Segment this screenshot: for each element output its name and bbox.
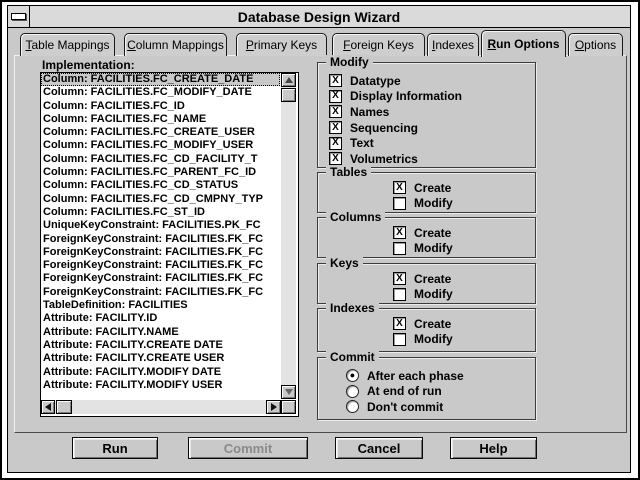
implementation-list-items: Column: FACILITIES.FC_CREATE_DATE Column… — [41, 73, 280, 392]
arrow-left-icon — [45, 403, 51, 411]
run-button[interactable]: Run — [72, 437, 158, 459]
group-keys: Keys XCreate Modify — [317, 263, 536, 304]
group-modify-title: Modify — [326, 55, 373, 69]
group-tables: Tables XCreate Modify — [317, 172, 536, 213]
system-menu-icon — [11, 13, 26, 20]
tab-options[interactable]: Options — [568, 33, 623, 56]
list-item[interactable]: Column: FACILITIES.FC_ST_ID — [41, 206, 280, 219]
group-columns-title: Columns — [326, 210, 385, 224]
arrow-down-icon — [285, 389, 293, 395]
checkbox-volumetrics-label: Volumetrics — [350, 152, 418, 166]
checkbox-tables-create-label: Create — [414, 181, 451, 195]
list-item[interactable]: Attribute: FACILITY.ID — [41, 312, 280, 325]
tab-table-mappings[interactable]: Table Mappings — [20, 33, 115, 56]
checkbox-sequencing-label: Sequencing — [350, 121, 418, 135]
horizontal-scrollbar-thumb[interactable] — [56, 400, 72, 414]
arrow-right-icon — [271, 403, 277, 411]
list-item[interactable]: ForeignKeyConstraint: FACILITIES.FK_FC — [41, 272, 280, 285]
list-item[interactable]: Column: FACILITIES.FC_CREATE_DATE — [41, 73, 280, 86]
list-item[interactable]: Column: FACILITIES.FC_CREATE_USER — [41, 126, 280, 139]
scroll-up-button[interactable] — [281, 73, 296, 87]
list-item[interactable]: UniqueKeyConstraint: FACILITIES.PK_FC — [41, 219, 280, 232]
list-item[interactable]: Attribute: FACILITY.CREATE USER — [41, 352, 280, 365]
checkbox-keys-create[interactable]: X — [393, 272, 406, 285]
checkbox-display-information-label: Display Information — [350, 89, 462, 103]
checkbox-indexes-modify[interactable] — [393, 333, 406, 346]
group-indexes-title: Indexes — [326, 301, 379, 315]
checkbox-volumetrics[interactable]: X — [329, 152, 342, 165]
list-item[interactable]: Column: FACILITIES.FC_MODIFY_DATE — [41, 86, 280, 99]
checkbox-names[interactable]: X — [329, 105, 342, 118]
help-button[interactable]: Help — [450, 437, 537, 459]
checkbox-indexes-create[interactable]: X — [393, 317, 406, 330]
system-menu-button[interactable] — [8, 6, 30, 27]
list-item[interactable]: Attribute: FACILITY.MODIFY USER — [41, 379, 280, 392]
list-item[interactable]: Column: FACILITIES.FC_CD_FACILITY_T — [41, 153, 280, 166]
list-item[interactable]: Column: FACILITIES.FC_CD_STATUS — [41, 179, 280, 192]
radio-dont-commit[interactable] — [346, 400, 359, 413]
checkbox-keys-create-label: Create — [414, 272, 451, 286]
group-commit: Commit ●After each phase At end of run D… — [317, 357, 536, 420]
group-tables-title: Tables — [326, 165, 371, 179]
list-item[interactable]: ForeignKeyConstraint: FACILITIES.FK_FC — [41, 233, 280, 246]
list-item[interactable]: Column: FACILITIES.FC_CD_CMPNY_TYP — [41, 193, 280, 206]
tab-primary-keys[interactable]: Primary Keys — [236, 33, 327, 56]
group-keys-title: Keys — [326, 256, 363, 270]
list-item[interactable]: ForeignKeyConstraint: FACILITIES.FK_FC — [41, 286, 280, 299]
checkbox-indexes-modify-label: Modify — [414, 332, 453, 346]
radio-after-each-phase[interactable]: ● — [346, 369, 359, 382]
list-item[interactable]: Column: FACILITIES.FC_MODIFY_USER — [41, 139, 280, 152]
list-item[interactable]: Attribute: FACILITY.CREATE DATE — [41, 339, 280, 352]
checkbox-keys-modify[interactable] — [393, 288, 406, 301]
radio-dont-commit-label: Don't commit — [367, 400, 443, 414]
scroll-left-button[interactable] — [41, 400, 55, 414]
group-columns: Columns XCreate Modify — [317, 217, 536, 258]
list-item[interactable]: ForeignKeyConstraint: FACILITIES.FK_FC — [41, 246, 280, 259]
checkbox-text-label: Text — [350, 136, 374, 150]
implementation-label: Implementation: — [42, 58, 135, 72]
list-item[interactable]: TableDefinition: FACILITIES — [41, 299, 280, 312]
checkbox-tables-modify[interactable] — [393, 197, 406, 210]
list-item[interactable]: Attribute: FACILITY.MODIFY DATE — [41, 366, 280, 379]
checkbox-columns-create-label: Create — [414, 226, 451, 240]
list-item[interactable]: Column: FACILITIES.FC_ID — [41, 100, 280, 113]
checkbox-names-label: Names — [350, 105, 389, 119]
checkbox-datatype-label: Datatype — [350, 74, 401, 88]
group-modify: Modify XDatatype XDisplay Information XN… — [317, 62, 536, 168]
scroll-down-button[interactable] — [281, 385, 296, 399]
checkbox-indexes-create-label: Create — [414, 317, 451, 331]
radio-at-end-of-run-label: At end of run — [367, 384, 442, 398]
checkbox-tables-create[interactable]: X — [393, 181, 406, 194]
checkbox-tables-modify-label: Modify — [414, 196, 453, 210]
tab-column-mappings[interactable]: Column Mappings — [124, 33, 227, 56]
list-item[interactable]: Column: FACILITIES.FC_PARENT_FC_ID — [41, 166, 280, 179]
vertical-scrollbar-thumb[interactable] — [281, 88, 296, 102]
scroll-right-button[interactable] — [266, 400, 281, 414]
checkbox-display-information[interactable]: X — [329, 90, 342, 103]
checkbox-sequencing[interactable]: X — [329, 121, 342, 134]
list-item[interactable]: Column: FACILITIES.FC_NAME — [41, 113, 280, 126]
group-commit-title: Commit — [326, 350, 379, 364]
checkbox-columns-create[interactable]: X — [393, 226, 406, 239]
checkbox-columns-modify-label: Modify — [414, 241, 453, 255]
window-title: Database Design Wizard — [30, 6, 608, 27]
tab-foreign-keys[interactable]: Foreign Keys — [332, 33, 425, 56]
group-indexes: Indexes XCreate Modify — [317, 308, 536, 352]
checkbox-datatype[interactable]: X — [329, 74, 342, 87]
arrow-up-icon — [285, 77, 293, 83]
cancel-button[interactable]: Cancel — [335, 437, 423, 459]
commit-button[interactable]: Commit — [188, 437, 308, 459]
list-item[interactable]: Attribute: FACILITY.NAME — [41, 326, 280, 339]
tab-indexes[interactable]: Indexes — [427, 33, 479, 56]
tab-run-options[interactable]: Run Options — [481, 30, 566, 57]
checkbox-keys-modify-label: Modify — [414, 287, 453, 301]
horizontal-scrollbar-track[interactable] — [41, 400, 281, 414]
checkbox-text[interactable]: X — [329, 137, 342, 150]
radio-after-each-phase-label: After each phase — [367, 369, 464, 383]
checkbox-columns-modify[interactable] — [393, 242, 406, 255]
radio-at-end-of-run[interactable] — [346, 385, 359, 398]
vertical-scrollbar-track[interactable] — [281, 73, 296, 399]
list-item[interactable]: ForeignKeyConstraint: FACILITIES.FK_FC — [41, 259, 280, 272]
scrollbar-corner — [281, 400, 296, 414]
